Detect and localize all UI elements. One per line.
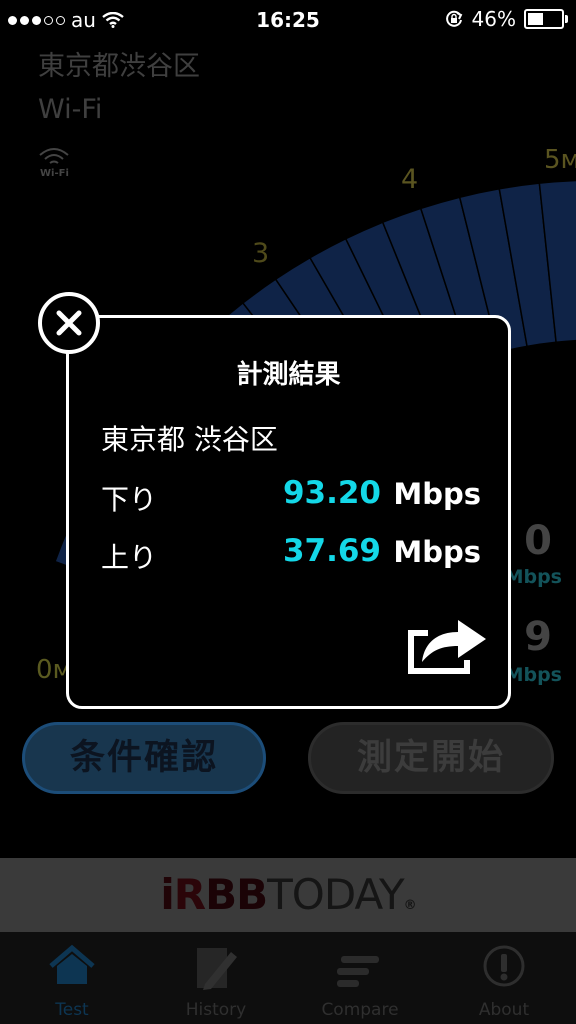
share-icon[interactable] — [406, 610, 490, 676]
upload-result-row: 上り 37.69 Mbps — [101, 533, 481, 576]
download-result-unit: Mbps — [393, 477, 481, 511]
dialog-title: 計測結果 — [236, 360, 341, 390]
close-icon — [56, 310, 82, 336]
upload-result-unit: Mbps — [393, 535, 481, 569]
download-label: 下り — [101, 483, 158, 516]
dialog-location: 東京都 渋谷区 — [101, 423, 278, 456]
upload-result-value: 37.69 — [282, 533, 381, 569]
download-result-row: 下り 93.20 Mbps — [101, 475, 481, 518]
close-dialog-button[interactable] — [38, 292, 100, 354]
results-dialog: 計測結果 東京都 渋谷区 下り 93.20 Mbps 上り 37.69 Mbps — [66, 315, 511, 709]
download-result-value: 93.20 — [282, 475, 381, 511]
upload-label: 上り — [101, 541, 158, 574]
